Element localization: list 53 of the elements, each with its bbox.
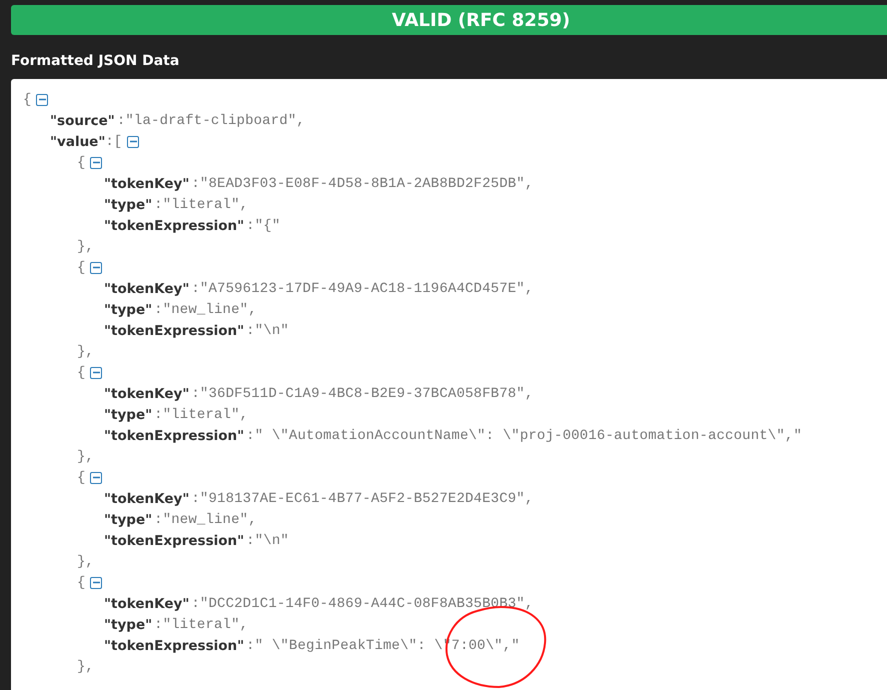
collapse-icon[interactable]: [127, 136, 140, 148]
json-bracket: },: [77, 658, 94, 674]
json-key: "tokenExpression": [104, 532, 244, 548]
json-value: :"literal",: [154, 616, 248, 632]
json-value: :"new_line",: [154, 512, 257, 528]
json-key: "tokenExpression": [104, 428, 244, 444]
collapse-icon[interactable]: [90, 262, 102, 274]
json-value: :"literal",: [154, 406, 248, 422]
json-key: "type": [104, 302, 152, 318]
json-bracket: },: [77, 344, 94, 360]
json-key: "type": [104, 196, 152, 212]
json-key: "tokenKey": [104, 596, 190, 612]
json-bracket: {: [77, 154, 86, 170]
collapse-icon[interactable]: [36, 94, 48, 106]
json-value: :"\n": [246, 532, 289, 548]
json-value: :"8EAD3F03-E08F-4D58-8B1A-2AB8BD2F25DB",: [191, 176, 534, 192]
json-key: "source": [50, 112, 115, 128]
json-key: "value": [50, 134, 106, 150]
json-bracket: {: [77, 260, 86, 276]
json-key: "tokenExpression": [104, 638, 244, 654]
json-bracket: :[: [105, 134, 122, 150]
collapse-icon[interactable]: [90, 472, 102, 484]
collapse-icon[interactable]: [90, 156, 102, 168]
json-value: :"DCC2D1C1-14F0-4869-A44C-08F8AB35B0B3",: [191, 596, 534, 612]
json-bracket: {: [77, 364, 86, 380]
collapse-icon[interactable]: [90, 576, 102, 588]
json-key: "tokenExpression": [104, 322, 244, 338]
json-key: "type": [104, 616, 152, 632]
json-value: :"literal",: [154, 196, 248, 212]
json-bracket: },: [77, 238, 94, 254]
json-bracket: },: [77, 448, 94, 464]
json-key: "type": [104, 406, 152, 422]
json-bracket: {: [77, 574, 86, 590]
json-value: :"{": [246, 218, 280, 234]
json-value: :" \"AutomationAccountName\": \"proj-00016-automation-account\",": [246, 428, 802, 444]
json-key: "tokenKey": [104, 176, 190, 192]
json-value: :"918137AE-EC61-4B77-A5F2-B527E2D4E3C9",: [191, 490, 534, 506]
json-value: :"\n": [246, 322, 289, 338]
json-bracket: },: [77, 554, 94, 570]
json-value: :"la-draft-clipboard",: [116, 112, 305, 128]
json-bracket: {: [23, 92, 32, 108]
validation-banner: VALID (RFC 8259): [11, 5, 887, 35]
json-key: "tokenKey": [104, 386, 190, 402]
collapse-icon[interactable]: [90, 366, 102, 378]
json-key: "tokenExpression": [104, 218, 244, 234]
json-key: "type": [104, 512, 152, 528]
section-title: Formatted JSON Data: [11, 53, 180, 71]
json-bracket: {: [77, 470, 86, 486]
json-key: "tokenKey": [104, 280, 190, 296]
json-key: "tokenKey": [104, 490, 190, 506]
json-value: :"A7596123-17DF-49A9-AC18-1196A4CD457E",: [191, 280, 534, 296]
json-value: :"36DF511D-C1A9-4BC8-B2E9-37BCA058FB78",: [191, 386, 534, 402]
json-value: :"new_line",: [154, 302, 257, 318]
